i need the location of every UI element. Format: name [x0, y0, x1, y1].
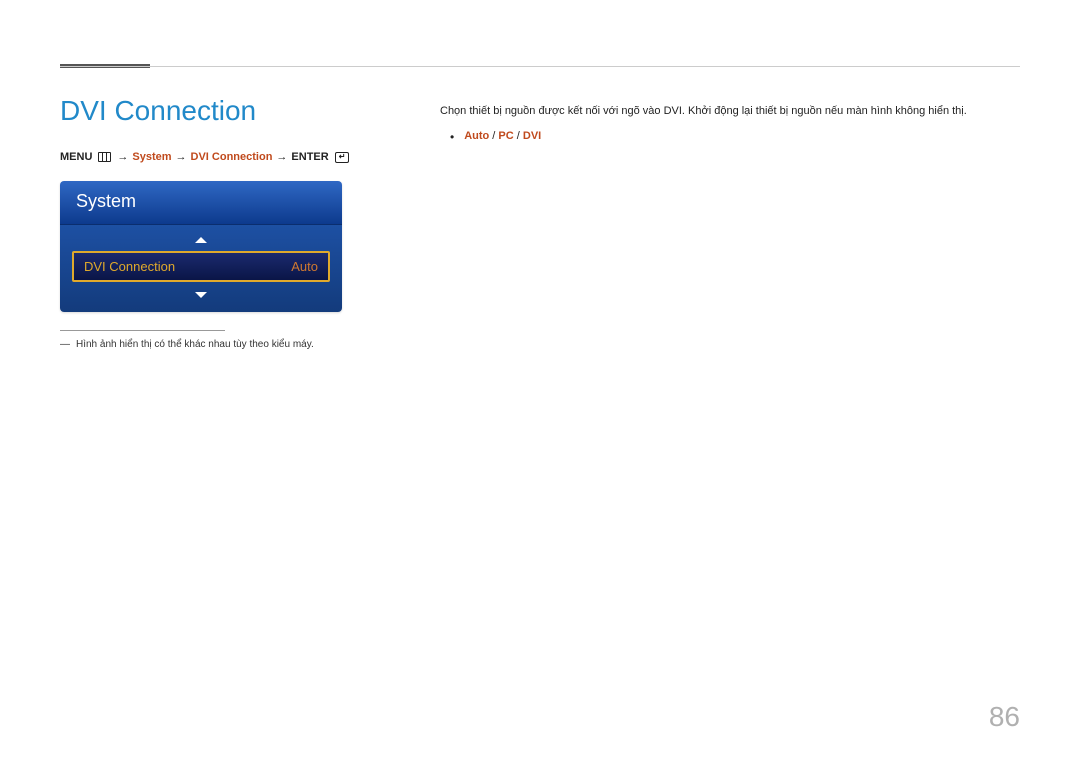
footnote: ― Hình ảnh hiển thị có thể khác nhau tùy… — [60, 339, 400, 350]
page-root: DVI Connection MENU → System → DVI Conne… — [0, 0, 1080, 763]
breadcrumb-arrow-1: → — [117, 151, 128, 163]
chevron-down-icon — [195, 292, 207, 298]
enter-icon — [335, 152, 349, 163]
top-horizontal-rule — [60, 66, 1020, 67]
breadcrumb-system: System — [132, 151, 171, 163]
breadcrumb: MENU → System → DVI Connection → ENTER — [60, 151, 400, 163]
osd-panel: System DVI Connection Auto — [60, 181, 342, 312]
page-number: 86 — [989, 701, 1020, 733]
footnote-separator — [60, 330, 225, 331]
osd-row-label: DVI Connection — [84, 259, 175, 274]
options-line: • Auto / PC / DVI — [440, 130, 1020, 144]
option-pc: PC — [498, 130, 513, 142]
page-title: DVI Connection — [60, 95, 400, 127]
option-sep-2: / — [514, 130, 523, 142]
osd-selected-row: DVI Connection Auto — [72, 251, 330, 282]
breadcrumb-dvi-connection: DVI Connection — [191, 151, 273, 163]
chevron-up-icon — [195, 237, 207, 243]
osd-header: System — [60, 181, 342, 225]
breadcrumb-menu-label: MENU — [60, 151, 92, 163]
breadcrumb-arrow-2: → — [176, 151, 187, 163]
option-dvi: DVI — [523, 130, 541, 142]
osd-scroll-up-row — [72, 231, 330, 247]
menu-icon — [98, 152, 111, 162]
option-auto: Auto — [464, 130, 489, 142]
breadcrumb-enter-label: ENTER — [291, 151, 328, 163]
osd-scroll-down-row — [72, 286, 330, 302]
osd-row-value: Auto — [291, 259, 318, 274]
options-values: Auto / PC / DVI — [464, 130, 541, 142]
columns-wrapper: DVI Connection MENU → System → DVI Conne… — [60, 95, 1020, 350]
footnote-text: Hình ảnh hiển thị có thể khác nhau tùy t… — [76, 339, 314, 350]
left-column: DVI Connection MENU → System → DVI Conne… — [60, 95, 400, 350]
options-bullet: • — [450, 130, 454, 144]
osd-body: DVI Connection Auto — [60, 225, 342, 312]
description-text: Chọn thiết bị nguồn được kết nối với ngõ… — [440, 103, 1020, 120]
right-column: Chọn thiết bị nguồn được kết nối với ngõ… — [440, 95, 1020, 350]
footnote-dash: ― — [60, 339, 70, 350]
breadcrumb-arrow-3: → — [276, 151, 287, 163]
